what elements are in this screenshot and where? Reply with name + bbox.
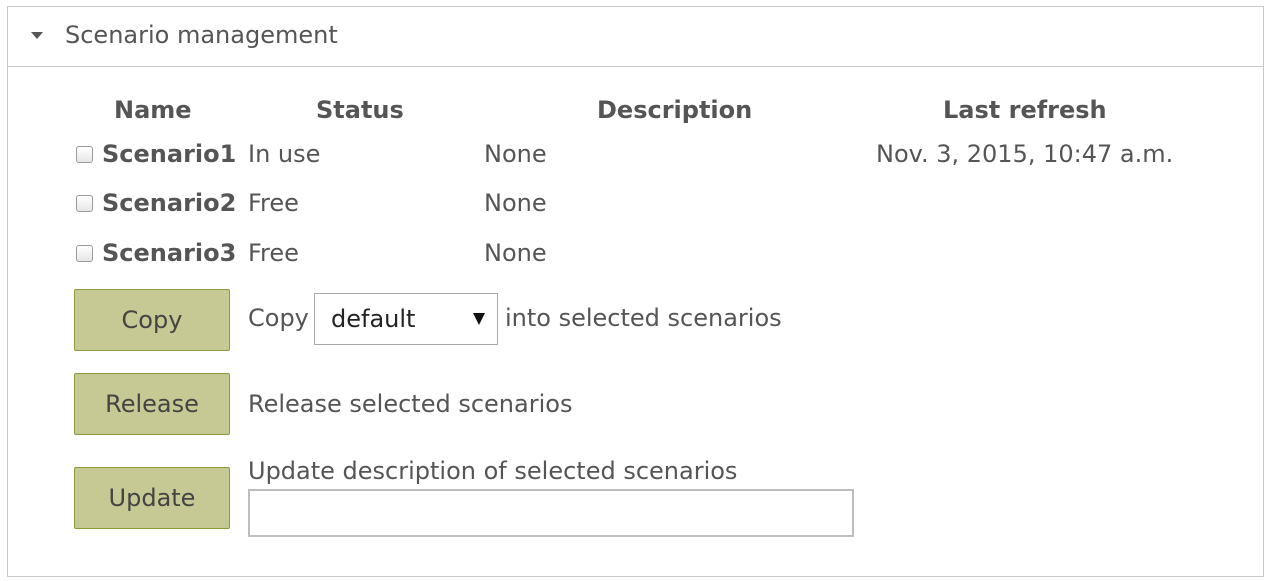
scenario-description: None [484, 189, 547, 217]
scenario3-checkbox[interactable] [76, 245, 93, 262]
header-name: Name [114, 96, 192, 124]
release-button[interactable]: Release [74, 373, 230, 435]
scenario2-checkbox[interactable] [76, 195, 93, 212]
panel-title: Scenario management [65, 21, 338, 49]
scenario-last-refresh: Nov. 3, 2015, 10:47 a.m. [876, 140, 1174, 168]
panel-header[interactable]: Scenario management [8, 7, 1263, 67]
copy-suffix-label: into selected scenarios [505, 304, 782, 332]
scenario-name: Scenario2 [102, 189, 237, 217]
scenario-description: None [484, 239, 547, 267]
scenario-status: Free [248, 239, 299, 267]
header-last-refresh: Last refresh [943, 96, 1107, 124]
scenario1-checkbox[interactable] [76, 146, 93, 163]
description-input[interactable] [248, 489, 854, 537]
source-scenario-select[interactable]: default [314, 293, 498, 345]
release-label: Release selected scenarios [248, 390, 573, 418]
scenario-status: In use [248, 140, 321, 168]
copy-prefix-label: Copy [248, 304, 309, 332]
copy-button[interactable]: Copy [74, 289, 230, 351]
scenario-name: Scenario3 [102, 239, 237, 267]
caret-down-icon[interactable] [31, 32, 43, 39]
dropdown-arrow-icon [473, 313, 485, 325]
header-description: Description [597, 96, 753, 124]
update-label: Update description of selected scenarios [248, 457, 738, 485]
scenario-status: Free [248, 189, 299, 217]
scenario-description: None [484, 140, 547, 168]
select-value: default [331, 305, 416, 333]
header-status: Status [316, 96, 404, 124]
scenario-name: Scenario1 [102, 140, 237, 168]
update-button[interactable]: Update [74, 467, 230, 529]
